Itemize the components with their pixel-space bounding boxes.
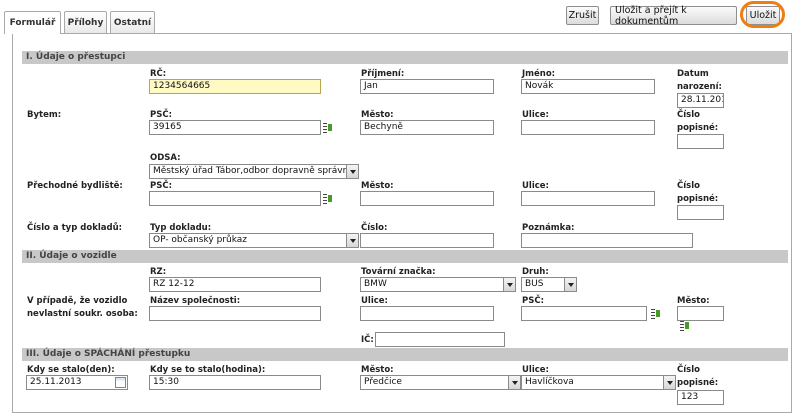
chevron-down-icon[interactable] — [346, 234, 358, 247]
rc-label: RČ: — [150, 69, 167, 79]
temporary-residence-label: Přechodné bydliště: — [27, 181, 123, 191]
tab-formular[interactable]: Formulář — [4, 11, 61, 34]
firstname-input[interactable]: Novák — [521, 79, 655, 94]
list-icon[interactable] — [323, 122, 333, 134]
firstname-label: Jméno: — [522, 69, 556, 79]
temp-psc-input[interactable] — [149, 191, 321, 206]
temp-street-input[interactable] — [521, 191, 655, 206]
ico-label: IČ: — [361, 335, 374, 345]
birthdate-label-line2: narození: — [677, 82, 722, 92]
offense-date-input[interactable]: 25.11.2013 — [26, 375, 128, 390]
street-label: Ulice: — [522, 110, 549, 120]
company-name-label: Název společnosti: — [150, 296, 241, 306]
offense-street-select[interactable]: Havlíčkova — [521, 375, 676, 390]
offense-street-label: Ulice: — [522, 365, 549, 375]
offense-number-label-line2: popisné: — [677, 378, 719, 388]
temp-house-number-input[interactable] — [677, 205, 724, 220]
section-vehicle: II. Údaje o vozidle — [22, 250, 788, 263]
odsa-select[interactable]: Městský úřad Tábor,odbor dopravně správn… — [149, 164, 359, 179]
city-label: Město: — [361, 110, 394, 120]
plate-input[interactable]: RZ 12-12 — [149, 277, 321, 292]
offense-time-label: Kdy se to stalo(hodina): — [150, 365, 266, 375]
list-icon[interactable] — [323, 193, 333, 205]
temp-city-label: Město: — [361, 181, 394, 191]
chevron-down-icon[interactable] — [564, 278, 576, 291]
psc-input[interactable]: 39165 — [149, 120, 321, 135]
house-number-input[interactable] — [677, 134, 724, 149]
document-row-label: Číslo a typ dokladů: — [27, 223, 123, 233]
company-note-line1: V případě, že vozidlo — [27, 296, 128, 306]
section-offender: I. Údaje o přestupci — [22, 51, 788, 64]
offense-time-input[interactable]: 15:30 — [149, 375, 321, 390]
company-note-line2: nevlastní soukr. osoba: — [27, 309, 138, 319]
bytem-label: Bytem: — [27, 110, 62, 120]
chevron-down-icon[interactable] — [508, 376, 520, 389]
surname-input[interactable]: Jan — [360, 79, 494, 94]
tab-prilohy[interactable]: Přílohy — [64, 11, 107, 33]
document-number-label: Číslo: — [361, 223, 388, 233]
company-street-input[interactable] — [360, 306, 494, 321]
brand-select[interactable]: BMW — [360, 277, 516, 292]
offense-city-label: Město: — [361, 365, 394, 375]
document-type-label: Typ dokladu: — [150, 223, 212, 233]
offense-number-input[interactable]: 123 — [677, 390, 724, 405]
document-type-select[interactable]: OP- občanský průkaz — [149, 233, 359, 248]
tab-ostatni[interactable]: Ostatní — [110, 11, 155, 33]
odsa-label: ODSA: — [150, 153, 181, 163]
section-offense: III. Údaje o SPÁCHÁNÍ přestupku — [22, 348, 788, 361]
psc-label: PSČ: — [150, 110, 172, 120]
birthdate-label-line1: Datum — [677, 69, 709, 79]
brand-label: Tovární značka: — [361, 267, 436, 277]
company-city-label: Město: — [677, 296, 710, 306]
note-input[interactable] — [521, 233, 693, 248]
list-icon[interactable] — [680, 320, 690, 332]
surname-label: Příjmení: — [361, 69, 405, 79]
company-psc-label: PSČ: — [522, 296, 544, 306]
document-number-input[interactable] — [360, 233, 494, 248]
plate-label: RZ: — [150, 267, 167, 277]
cancel-button[interactable]: Zrušit — [566, 6, 599, 25]
offense-city-select[interactable]: Předčice — [360, 375, 521, 390]
chevron-down-icon[interactable] — [503, 278, 515, 291]
company-psc-input[interactable] — [521, 306, 647, 321]
temp-city-input[interactable] — [360, 191, 494, 206]
street-input[interactable] — [521, 120, 655, 135]
city-input[interactable]: Bechyně — [360, 120, 494, 135]
company-street-label: Ulice: — [361, 296, 388, 306]
list-icon[interactable] — [651, 308, 661, 320]
document-type-value: OP- občanský průkaz — [153, 235, 247, 245]
offense-city-value: Předčice — [364, 377, 402, 387]
save-button-highlight — [740, 1, 785, 28]
birthdate-input[interactable]: 28.11.2013 — [677, 93, 724, 108]
temp-psc-label: PSČ: — [150, 181, 172, 191]
temp-street-label: Ulice: — [522, 181, 549, 191]
temp-house-number-label-line1: Číslo — [677, 181, 700, 191]
offense-date-label: Kdy se stalo(den): — [27, 365, 115, 375]
house-number-label-line1: Číslo — [677, 110, 700, 120]
chevron-down-icon[interactable] — [663, 376, 675, 389]
chevron-down-icon[interactable] — [346, 165, 358, 178]
ico-input[interactable] — [375, 332, 505, 347]
company-name-input[interactable] — [149, 306, 321, 321]
calendar-icon[interactable] — [115, 377, 126, 388]
rc-input[interactable]: 1234564665 — [149, 79, 321, 94]
odsa-value: Městský úřad Tábor,odbor dopravně správn… — [153, 166, 359, 176]
offense-street-value: Havlíčkova — [525, 377, 574, 387]
vehicle-type-value: BUS — [525, 279, 544, 289]
brand-value: BMW — [364, 279, 387, 289]
offense-date-value: 25.11.2013 — [30, 377, 82, 387]
save-and-go-to-documents-button[interactable]: Uložit a přejít k dokumentům — [610, 5, 737, 27]
house-number-label-line2: popisné: — [677, 123, 719, 133]
vehicle-type-label: Druh: — [522, 267, 549, 277]
offense-number-label-line1: Číslo — [677, 365, 700, 375]
temp-house-number-label-line2: popisné: — [677, 194, 719, 204]
note-label: Poznámka: — [522, 223, 575, 233]
vehicle-type-select[interactable]: BUS — [521, 277, 577, 292]
company-city-input[interactable] — [677, 306, 724, 321]
